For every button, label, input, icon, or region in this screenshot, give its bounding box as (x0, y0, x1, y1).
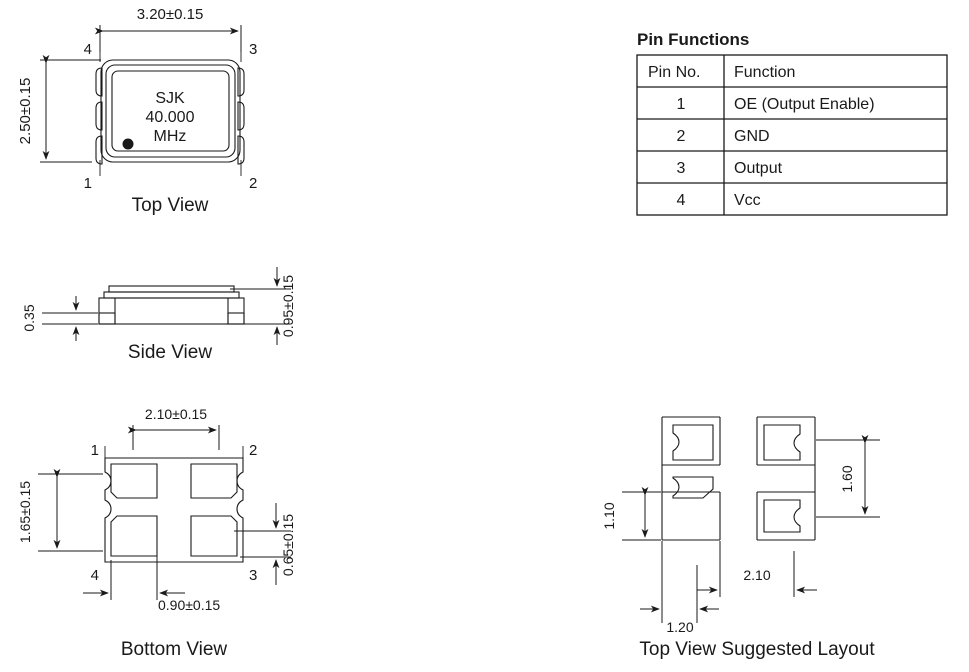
bottom-view-pad-width-dimension: 0.90±0.15 (83, 548, 220, 613)
dim-layout-pad-height: 1.10 (601, 502, 617, 529)
pin-table-row-0-pin: 1 (677, 96, 686, 113)
dim-side-pad-height: 0.35 (21, 304, 37, 331)
pin-1-index-dot (122, 138, 134, 150)
package-drawing-sheet: 3.20±0.15 2.50±0.15 4 3 1 2 SJK 40.000 M… (0, 0, 969, 672)
suggested-layout-pads (672, 424, 801, 533)
suggested-layout-pitch-x-dimension: 2.10 (697, 541, 817, 597)
dim-bottom-pitch-y: 1.65±0.15 (17, 481, 33, 543)
top-view-marking-line3: MHz (154, 128, 187, 145)
top-view-marking-line1: SJK (155, 90, 185, 107)
pin-table-header-function: Function (734, 64, 795, 81)
pin-functions-table: Pin Functions Pin No. Function 1 OE (Out… (636, 30, 948, 216)
top-view-pin-3-label: 3 (249, 41, 257, 58)
suggested-layout-land-outline (661, 416, 816, 541)
bottom-view-package-outline (104, 457, 244, 563)
pin-table-row-2-function: Output (734, 160, 783, 177)
top-view-pin-2-label: 2 (249, 175, 257, 192)
bottom-view-pads (110, 463, 238, 557)
pin-table-row-3-pin: 4 (677, 192, 686, 209)
pin-table-header-pin-no: Pin No. (648, 64, 700, 81)
pin-table-row-1-pin: 2 (677, 128, 686, 145)
pin-table-row-3-function: Vcc (734, 192, 761, 209)
side-view-package-body (98, 285, 245, 325)
bottom-view-pitch-x-dimension: 2.10±0.15 (127, 406, 220, 450)
side-view-pad-height-dimension: 0.35 (21, 296, 98, 341)
top-view-marking-line2: 40.000 (146, 109, 195, 126)
bottom-view-pin-4-label: 4 (91, 567, 99, 584)
bottom-view-pin-2-label: 2 (249, 442, 257, 459)
top-view-title: Top View (132, 195, 209, 216)
bottom-view-pin-3-label: 3 (249, 567, 257, 584)
suggested-layout-pitch-y-dimension: 1.60 (816, 434, 880, 518)
suggested-layout-group: 1.10 1.60 2.10 1.20 Top View Suggested L… (601, 416, 880, 660)
top-view-width-dimension: 3.20±0.15 (94, 6, 242, 52)
pin-table-row-2-pin: 3 (677, 160, 686, 177)
pin-table-row-0-function: OE (Output Enable) (734, 96, 875, 113)
dim-top-width: 3.20±0.15 (137, 6, 204, 23)
side-view-group: 0.35 0.95±0.15 Side View (21, 267, 296, 363)
dim-top-height: 2.50±0.15 (17, 78, 34, 145)
side-view-total-height-dimension: 0.95±0.15 (230, 267, 296, 345)
bottom-view-pin-1-label: 1 (91, 442, 99, 459)
dim-side-total-height: 0.95±0.15 (280, 275, 296, 337)
dim-layout-pitch-x: 2.10 (743, 567, 770, 583)
bottom-view-title: Bottom View (121, 639, 228, 660)
pin-table-title: Pin Functions (637, 30, 749, 49)
pin-table-row-1-function: GND (734, 128, 770, 145)
bottom-view-group: 2.10±0.15 1 2 4 3 1.65±0.15 0.65±0.15 0.… (17, 406, 296, 660)
suggested-layout-pad-width-dimension: 1.20 (640, 541, 719, 635)
suggested-layout-pad-height-dimension: 1.10 (601, 486, 661, 541)
top-view-height-dimension: 2.50±0.15 (17, 54, 101, 163)
dim-layout-pitch-y: 1.60 (839, 465, 855, 492)
top-view-pin-4-label: 4 (84, 41, 92, 58)
top-view-group: 3.20±0.15 2.50±0.15 4 3 1 2 SJK 40.000 M… (17, 6, 257, 216)
bottom-view-pitch-y-dimension: 1.65±0.15 (17, 468, 103, 552)
side-view-title: Side View (128, 342, 212, 363)
dim-bottom-pad-width: 0.90±0.15 (158, 597, 220, 613)
dim-bottom-pad-height: 0.65±0.15 (280, 514, 296, 576)
dim-bottom-pitch-x: 2.10±0.15 (145, 406, 207, 422)
suggested-layout-title: Top View Suggested Layout (639, 639, 875, 660)
dim-layout-pad-width: 1.20 (666, 619, 693, 635)
top-view-pin-1-label: 1 (84, 175, 92, 192)
